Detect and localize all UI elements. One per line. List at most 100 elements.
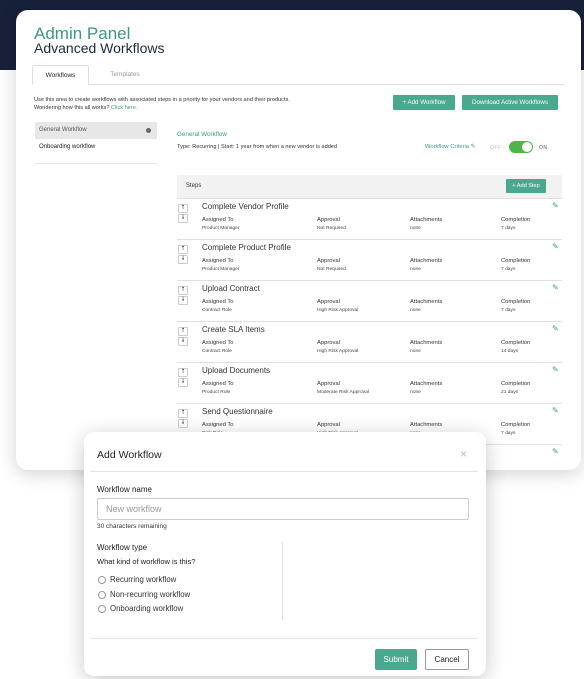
move-down-icon[interactable]: 🠗 — [178, 337, 188, 346]
edit-step-icon[interactable]: ✎ — [552, 324, 559, 333]
tab-workflows[interactable]: Workflows — [32, 65, 89, 85]
workflow-name-label: Workflow name — [97, 485, 152, 494]
completion-label: Completion — [501, 258, 531, 264]
assigned-to-label: Assigned To — [202, 381, 234, 387]
radio-non-recurring-workflow[interactable]: Non-recurring workflow — [98, 590, 208, 600]
modal-footer-divider — [90, 638, 478, 639]
workflow-list: General Workflow Onboarding workflow — [35, 122, 157, 164]
attachments-value: none — [410, 308, 421, 313]
step-title: Complete Product Profile — [202, 243, 291, 252]
radio-label: Recurring workflow — [110, 575, 177, 584]
move-up-icon[interactable]: 🠕 — [178, 409, 188, 418]
workflow-criteria-label: Workflow Criteria — [425, 144, 470, 150]
add-workflow-button[interactable]: + Add Workflow — [393, 95, 455, 110]
approval-value: High Risk Approval — [317, 308, 359, 313]
completion-value: 7 days — [501, 267, 516, 272]
steps-header: Steps + Add Step — [177, 175, 562, 198]
workflow-type-line: Type: Recurring | Start: 1 year from whe… — [177, 144, 338, 150]
steps-label: Steps — [186, 183, 202, 189]
page-title: Advanced Workflows — [34, 40, 165, 56]
close-icon[interactable]: × — [460, 447, 467, 461]
assigned-to-value: Contract Role — [202, 308, 232, 313]
step-row: 🠕 🠗 Upload Contract ✎ Assigned To Approval Att… — [177, 280, 562, 321]
modal-divider — [90, 471, 478, 472]
modal-vertical-divider — [282, 542, 283, 620]
add-step-button[interactable]: + Add Step — [506, 179, 546, 193]
modal-title: Add Workflow — [97, 449, 162, 461]
completion-value: 7 days — [501, 226, 516, 231]
assigned-to-value: Product Manager — [202, 226, 240, 231]
edit-step-icon[interactable]: ✎ — [552, 201, 559, 210]
help-link[interactable]: Click here. — [111, 105, 137, 111]
approval-label: Approval — [317, 299, 340, 305]
completion-label: Completion — [501, 422, 531, 428]
assigned-to-value: Product Manager — [202, 267, 240, 272]
workflow-type-label: Workflow type — [97, 543, 148, 552]
intro-text: Use this area to create workflows with a… — [34, 97, 294, 112]
workflow-criteria-link[interactable]: Workflow Criteria ✎ — [425, 144, 476, 150]
step-row: 🠕 🠗 Complete Vendor Profile ✎ Assigned To App… — [177, 198, 562, 239]
edit-step-icon[interactable]: ✎ — [552, 242, 559, 251]
radio-circle-icon — [98, 576, 106, 584]
approval-value: Not Required — [317, 267, 346, 272]
completion-value: 7 days — [501, 431, 516, 436]
radio-recurring-workflow[interactable]: Recurring workflow — [98, 575, 208, 585]
assigned-to-label: Assigned To — [202, 217, 234, 223]
move-up-icon[interactable]: 🠕 — [178, 327, 188, 336]
approval-label: Approval — [317, 217, 340, 223]
step-row: 🠕 🠗 Complete Product Profile ✎ Assigned To Ap… — [177, 239, 562, 280]
edit-step-icon[interactable]: ✎ — [552, 283, 559, 292]
attachments-label: Attachments — [410, 340, 443, 346]
attachments-value: none — [410, 226, 421, 231]
attachments-label: Attachments — [410, 258, 443, 264]
attachments-value: none — [410, 267, 421, 272]
step-title: Upload Contract — [202, 284, 260, 293]
radio-label: Onboarding workflow — [110, 604, 184, 613]
approval-value: High Risk Approval — [317, 349, 359, 354]
assigned-to-value: Product Role — [202, 390, 231, 395]
move-up-icon[interactable]: 🠕 — [178, 368, 188, 377]
radio-circle-icon — [98, 605, 106, 613]
sidebar-divider — [35, 163, 157, 164]
move-up-icon[interactable]: 🠕 — [178, 286, 188, 295]
tab-bar: Workflows Templates — [32, 65, 564, 85]
approval-value: Not Required — [317, 226, 346, 231]
sidebar-item-label: General Workflow — [39, 127, 87, 133]
sidebar-item-general-workflow[interactable]: General Workflow — [35, 122, 157, 139]
step-row: 🠕 🠗 Create SLA Items ✎ Assigned To Approval At… — [177, 321, 562, 362]
tab-templates[interactable]: Templates — [96, 65, 154, 85]
edit-step-icon[interactable]: ✎ — [552, 365, 559, 374]
completion-value: 7 days — [501, 308, 516, 313]
move-down-icon[interactable]: 🠗 — [178, 255, 188, 264]
radio-onboarding-workflow[interactable]: Onboarding workflow — [98, 604, 208, 614]
completion-label: Completion — [501, 217, 531, 223]
move-down-icon[interactable]: 🠗 — [178, 214, 188, 223]
move-down-icon[interactable]: 🠗 — [178, 419, 188, 428]
assigned-to-label: Assigned To — [202, 340, 234, 346]
workflow-name-field[interactable] — [97, 498, 469, 520]
approval-value: Moderate Risk Approval — [317, 390, 369, 395]
approval-label: Approval — [317, 422, 340, 428]
attachments-label: Attachments — [410, 299, 443, 305]
pencil-icon: ✎ — [470, 144, 476, 150]
move-up-icon[interactable]: 🠕 — [178, 204, 188, 213]
move-up-icon[interactable]: 🠕 — [178, 245, 188, 254]
step-title: Create SLA Items — [202, 325, 265, 334]
add-workflow-modal: Add Workflow × Workflow name 30 characte… — [84, 432, 486, 676]
submit-button[interactable]: Submit — [375, 649, 417, 670]
step-title: Upload Documents — [202, 366, 271, 375]
completion-label: Completion — [501, 381, 531, 387]
characters-remaining: 30 characters remaining — [97, 523, 167, 530]
attachments-label: Attachments — [410, 422, 443, 428]
sidebar-item-onboarding-workflow[interactable]: Onboarding workflow — [35, 139, 157, 156]
toggle-knob — [522, 142, 532, 152]
move-down-icon[interactable]: 🠗 — [178, 378, 188, 387]
download-active-workflows-button[interactable]: Download Active Workflows — [462, 95, 558, 110]
move-down-icon[interactable]: 🠗 — [178, 296, 188, 305]
workflow-active-toggle[interactable] — [509, 141, 533, 153]
radio-circle-icon — [98, 591, 106, 599]
cancel-button[interactable]: Cancel — [425, 649, 469, 670]
sidebar-item-label: Onboarding workflow — [39, 144, 96, 150]
edit-step-icon[interactable]: ✎ — [552, 447, 559, 456]
edit-step-icon[interactable]: ✎ — [552, 406, 559, 415]
